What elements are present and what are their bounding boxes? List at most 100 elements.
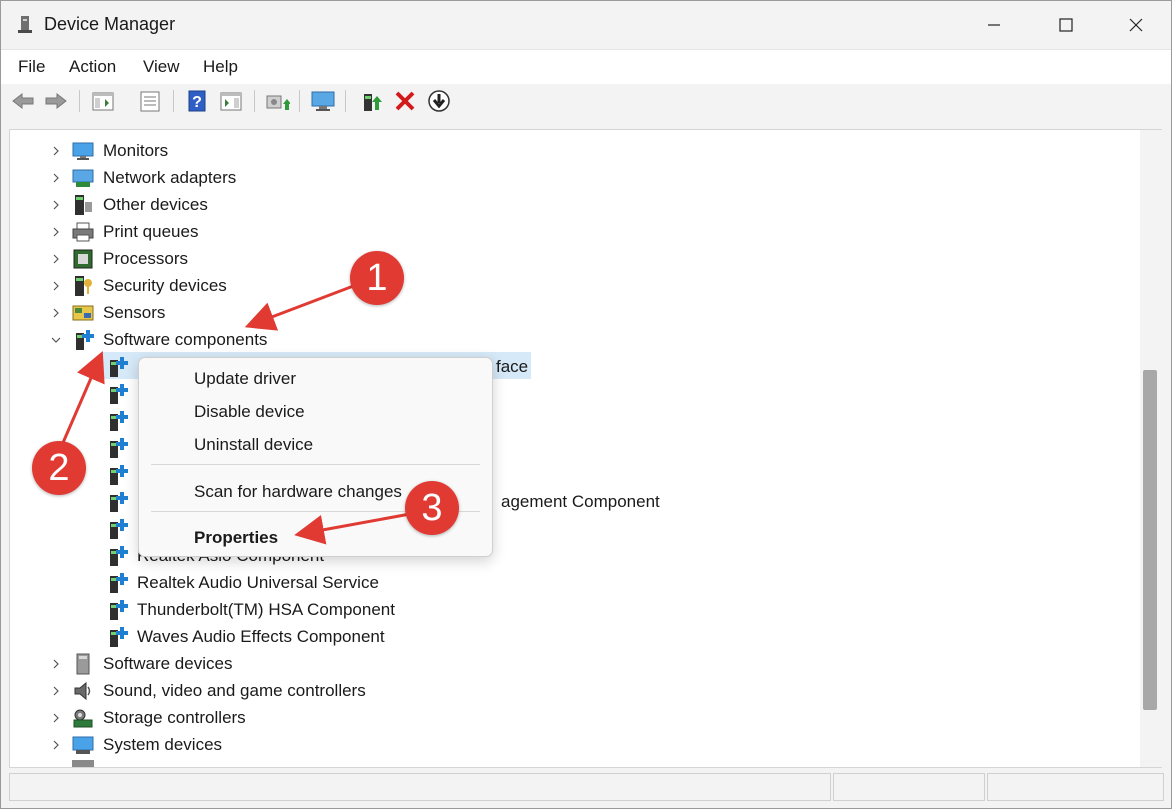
disable-device-icon (428, 90, 450, 112)
tree-item-sensors[interactable]: Sensors (50, 300, 165, 326)
uninstall-device-button[interactable] (392, 89, 418, 113)
svg-text:?: ? (192, 94, 202, 111)
annotation-badge-1: 1 (350, 251, 404, 305)
minimize-button[interactable] (959, 1, 1029, 49)
context-scan-hardware[interactable]: Scan for hardware changes (194, 482, 402, 502)
chevron-right-icon[interactable] (50, 253, 62, 265)
device-manager-app-icon (18, 16, 32, 33)
tree-item-print-queues[interactable]: Print queues (50, 219, 198, 245)
tree-child-thunderbolt-hsa[interactable]: Thunderbolt(TM) HSA Component (106, 597, 395, 623)
tree-item-sound-video-game[interactable]: Sound, video and game controllers (50, 678, 366, 704)
tree-item-label: Sound, video and game controllers (103, 681, 366, 700)
chevron-right-icon[interactable] (50, 739, 62, 751)
forward-button[interactable] (43, 89, 69, 113)
tree-item-label: Storage controllers (103, 708, 246, 727)
tree-child-item[interactable] (106, 462, 137, 488)
chevron-right-icon[interactable] (50, 685, 62, 697)
window-title: Device Manager (44, 14, 176, 34)
back-button[interactable] (10, 89, 36, 113)
tree-child-realtek-audio-universal[interactable]: Realtek Audio Universal Service (106, 570, 379, 596)
chevron-right-icon[interactable] (50, 307, 62, 319)
tree-item-clipped (72, 760, 94, 767)
context-properties[interactable]: Properties (194, 528, 278, 548)
tree-item-system-devices[interactable]: System devices (50, 732, 222, 758)
menu-bar: File Action View Help (1, 49, 1171, 85)
tree-child-item[interactable] (106, 489, 137, 515)
toolbar-separator (254, 90, 255, 112)
tree-item-processors[interactable]: Processors (50, 246, 188, 272)
menu-action[interactable]: Action (69, 57, 116, 77)
update-driver-button[interactable] (264, 89, 290, 113)
maximize-button[interactable] (1031, 1, 1101, 49)
tree-child-item[interactable] (106, 516, 137, 542)
context-disable-device[interactable]: Disable device (194, 402, 305, 422)
enable-device-icon (364, 94, 382, 111)
chevron-right-icon[interactable] (50, 658, 62, 670)
chevron-right-icon[interactable] (50, 226, 62, 238)
scrollbar-thumb[interactable] (1143, 370, 1157, 710)
toolbar-separator (79, 90, 80, 112)
uninstall-device-icon (395, 91, 415, 111)
other-device-icon (75, 195, 92, 215)
software-component-icon (110, 600, 128, 620)
monitor-icon (72, 142, 94, 160)
context-update-driver[interactable]: Update driver (194, 369, 296, 389)
tree-child-item[interactable] (106, 408, 137, 434)
back-arrow-icon (12, 92, 34, 110)
tree-item-network-adapters[interactable]: Network adapters (50, 165, 236, 191)
software-component-icon (110, 465, 128, 485)
status-bar (1, 769, 1171, 808)
software-component-icon (110, 411, 128, 431)
menu-help[interactable]: Help (203, 57, 238, 77)
enable-device-button[interactable] (359, 89, 385, 113)
close-button[interactable] (1101, 1, 1171, 49)
chevron-right-icon[interactable] (50, 280, 62, 292)
selected-item-label-fragment: face (496, 357, 529, 376)
disable-device-button[interactable] (426, 89, 452, 113)
tree-item-monitors[interactable]: Monitors (50, 138, 168, 164)
chevron-down-icon[interactable] (50, 334, 62, 346)
chevron-right-icon[interactable] (50, 712, 62, 724)
tree-child-item-selected[interactable] (106, 354, 137, 380)
tree-item-label: Software devices (103, 654, 233, 673)
minimize-icon (988, 24, 1000, 26)
chevron-right-icon[interactable] (50, 145, 62, 157)
tree-child-item[interactable] (106, 381, 137, 407)
software-device-icon (76, 653, 90, 675)
toolbar-separator (299, 90, 300, 112)
chevron-right-icon[interactable] (50, 172, 62, 184)
status-cell (9, 773, 831, 801)
tree-item-label: Software components (103, 330, 268, 349)
close-icon (1129, 18, 1143, 32)
tree-item-storage-controllers[interactable]: Storage controllers (50, 705, 246, 731)
properties-button[interactable] (137, 89, 163, 113)
vertical-scrollbar[interactable] (1140, 129, 1162, 768)
title-bar[interactable]: Device Manager (1, 1, 1171, 49)
scan-hardware-button[interactable] (310, 89, 336, 113)
partial-item-label-fragment: agement Component (501, 492, 660, 511)
toolbar-separator (345, 90, 346, 112)
tree-item-label: Network adapters (103, 168, 237, 187)
tree-child-waves-audio[interactable]: Waves Audio Effects Component (106, 624, 385, 650)
maximize-icon (1059, 18, 1073, 32)
tree-item-label: Waves Audio Effects Component (137, 627, 385, 646)
help-button[interactable]: ? (184, 89, 210, 113)
software-component-icon (110, 627, 128, 647)
security-device-icon (75, 276, 92, 296)
tree-item-label: Security devices (103, 276, 227, 295)
forward-arrow-icon (45, 92, 67, 110)
tree-item-security-devices[interactable]: Security devices (50, 273, 227, 299)
annotation-badge-3: 3 (405, 481, 459, 535)
action-pane-button[interactable] (218, 89, 244, 113)
tree-item-other-devices[interactable]: Other devices (50, 192, 208, 218)
menu-file[interactable]: File (18, 57, 45, 77)
menu-view[interactable]: View (143, 57, 180, 77)
scan-hardware-icon (311, 91, 335, 111)
tree-child-item[interactable] (106, 435, 137, 461)
chevron-right-icon[interactable] (50, 199, 62, 211)
tree-item-software-components[interactable]: Software components (50, 327, 267, 353)
show-hide-console-tree-button[interactable] (90, 89, 116, 113)
context-uninstall-device[interactable]: Uninstall device (194, 435, 313, 455)
annotation-badge-2: 2 (32, 441, 86, 495)
tree-item-software-devices[interactable]: Software devices (50, 651, 232, 677)
